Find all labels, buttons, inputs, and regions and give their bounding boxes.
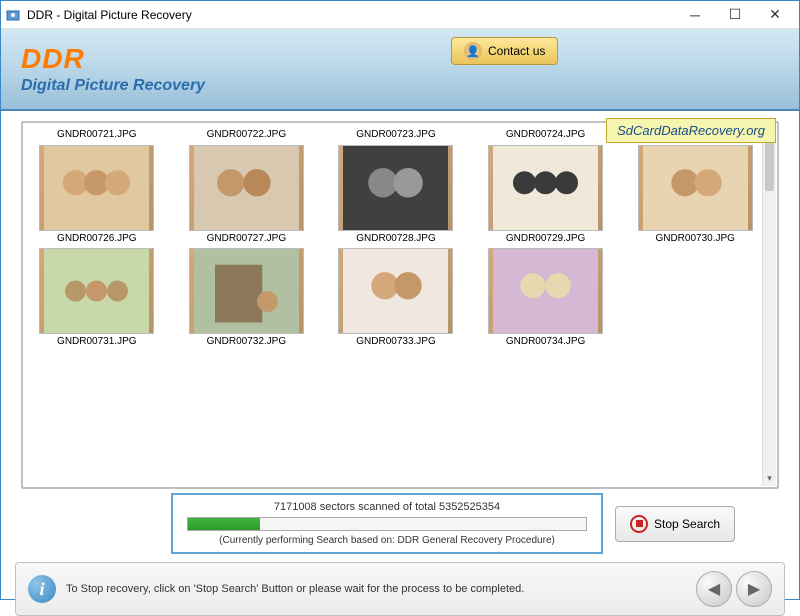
thumbnail-image [338,145,453,231]
progress-text: 7171008 sectors scanned of total 5352525… [274,501,500,513]
file-name: GNDR00730.JPG [655,233,734,244]
watermark-badge: SdCardDataRecovery.org [606,118,776,143]
titlebar: DDR - Digital Picture Recovery ─ ☐ ✕ [1,1,799,29]
scroll-down-button[interactable]: ▾ [763,470,776,486]
thumbnail-grid-container: GNDR00721.JPG GNDR00722.JPG GNDR00723.JPG G… [21,121,779,489]
file-name: GNDR00726.JPG [57,233,136,244]
contact-label: Contact us [488,44,545,58]
file-name: GNDR00731.JPG [57,336,136,347]
thumbnail-image [39,145,154,231]
logo-subtitle: Digital Picture Recovery [21,77,205,95]
thumbnail-item[interactable]: GNDR00729.JPG [476,145,616,244]
person-icon: 👤 [464,42,482,60]
thumbnail-image [39,248,154,334]
contact-us-button[interactable]: 👤 Contact us [451,37,558,65]
thumbnail-image [488,248,603,334]
stop-label: Stop Search [654,517,720,531]
window-controls: ─ ☐ ✕ [675,2,795,28]
thumbnail-image [488,145,603,231]
file-name: GNDR00732.JPG [207,336,286,347]
thumbnail-item[interactable]: GNDR00732.JPG [177,248,317,347]
thumbnail-item[interactable]: GNDR00723.JPG [326,127,466,141]
file-name: GNDR00733.JPG [356,336,435,347]
thumbnail-item[interactable]: GNDR00727.JPG [177,145,317,244]
app-icon [5,7,21,23]
thumbnail-item[interactable]: GNDR00734.JPG [476,248,616,347]
file-name: GNDR00728.JPG [356,233,435,244]
file-name: GNDR00729.JPG [506,233,585,244]
progress-bar [187,517,587,531]
close-button[interactable]: ✕ [755,2,795,28]
file-name: GNDR00734.JPG [506,336,585,347]
thumbnail-item[interactable]: GNDR00728.JPG [326,145,466,244]
file-name: GNDR00722.JPG [207,129,286,140]
progress-area: 7171008 sectors scanned of total 5352525… [21,493,779,554]
thumbnail-image [638,145,753,231]
stop-search-button[interactable]: Stop Search [615,506,735,542]
content-area: GNDR00721.JPG GNDR00722.JPG GNDR00723.JPG G… [1,111,799,489]
forward-button[interactable]: ▶ [736,571,772,607]
thumbnail-grid: GNDR00721.JPG GNDR00722.JPG GNDR00723.JPG G… [27,127,765,347]
logo: DDR Digital Picture Recovery [21,43,205,95]
thumbnail-item[interactable]: GNDR00721.JPG [27,127,167,141]
scroll-thumb[interactable] [765,141,774,191]
nav-buttons: ◀ ▶ [696,571,772,607]
scrollbar[interactable]: ▴ ▾ [762,124,776,486]
file-name: GNDR00724.JPG [506,129,585,140]
file-name: GNDR00721.JPG [57,129,136,140]
thumbnail-item[interactable]: GNDR00726.JPG [27,145,167,244]
stop-icon [630,515,648,533]
progress-subtext: (Currently performing Search based on: D… [219,535,555,546]
info-icon: i [28,575,56,603]
thumbnail-image [189,248,304,334]
footer-text: To Stop recovery, click on 'Stop Search'… [66,583,686,595]
file-name: GNDR00727.JPG [207,233,286,244]
window-title: DDR - Digital Picture Recovery [27,8,675,22]
thumbnail-item[interactable]: GNDR00733.JPG [326,248,466,347]
file-name: GNDR00723.JPG [356,129,435,140]
thumbnail-item[interactable]: GNDR00722.JPG [177,127,317,141]
thumbnail-item[interactable]: GNDR00730.JPG [625,145,765,244]
thumbnail-image [338,248,453,334]
progress-box: 7171008 sectors scanned of total 5352525… [171,493,603,554]
footer-bar: i To Stop recovery, click on 'Stop Searc… [15,562,785,616]
app-header: DDR Digital Picture Recovery 👤 Contact u… [1,29,799,111]
minimize-button[interactable]: ─ [675,2,715,28]
maximize-button[interactable]: ☐ [715,2,755,28]
back-button[interactable]: ◀ [696,571,732,607]
thumbnail-image [189,145,304,231]
thumbnail-item[interactable]: GNDR00724.JPG [476,127,616,141]
thumbnail-item[interactable]: GNDR00731.JPG [27,248,167,347]
progress-fill [188,518,260,530]
logo-main: DDR [21,43,205,75]
